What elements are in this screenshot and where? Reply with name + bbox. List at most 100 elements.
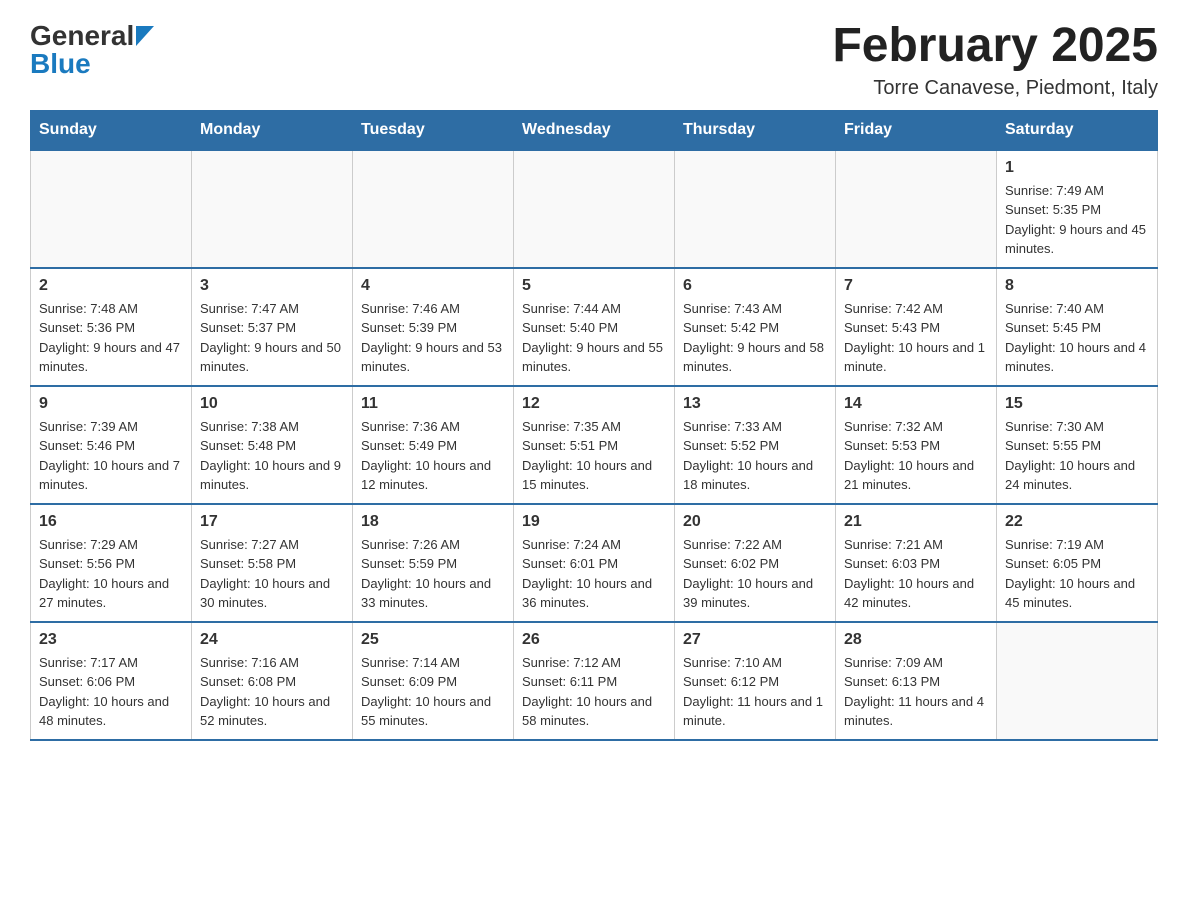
day-info: Sunrise: 7:38 AMSunset: 5:48 PMDaylight:… xyxy=(200,417,344,495)
calendar-day-cell: 2 Sunrise: 7:48 AMSunset: 5:36 PMDaylight… xyxy=(31,268,192,386)
day-number: 3 xyxy=(200,277,344,295)
calendar-day-cell: 8Sunrise: 7:40 AMSunset: 5:45 PMDaylight… xyxy=(997,268,1158,386)
logo: General Blue xyxy=(30,20,154,80)
day-info: Sunrise: 7:10 AMSunset: 6:12 PMDaylight:… xyxy=(683,653,827,731)
day-info: Sunrise: 7:16 AMSunset: 6:08 PMDaylight:… xyxy=(200,653,344,731)
calendar-day-cell: 21 Sunrise: 7:21 AMSunset: 6:03 PMDayligh… xyxy=(836,504,997,622)
day-of-week-header: Tuesday xyxy=(353,110,514,150)
calendar-day-cell xyxy=(31,150,192,268)
day-info: Sunrise: 7:48 AMSunset: 5:36 PMDaylight:… xyxy=(39,299,183,377)
day-info: Sunrise: 7:29 AMSunset: 5:56 PMDaylight:… xyxy=(39,535,183,613)
calendar-day-cell: 5Sunrise: 7:44 AMSunset: 5:40 PMDaylight… xyxy=(514,268,675,386)
day-number: 16 xyxy=(39,513,183,531)
day-info: Sunrise: 7:39 AMSunset: 5:46 PMDaylight:… xyxy=(39,417,183,495)
calendar-day-cell: 15 Sunrise: 7:30 AMSunset: 5:55 PMDayligh… xyxy=(997,386,1158,504)
day-of-week-header: Friday xyxy=(836,110,997,150)
calendar-day-cell: 6 Sunrise: 7:43 AMSunset: 5:42 PMDaylight… xyxy=(675,268,836,386)
calendar-day-cell xyxy=(353,150,514,268)
day-info: Sunrise: 7:43 AMSunset: 5:42 PMDaylight:… xyxy=(683,299,827,377)
calendar-day-cell: 9Sunrise: 7:39 AMSunset: 5:46 PMDaylight… xyxy=(31,386,192,504)
calendar-day-cell: 17 Sunrise: 7:27 AMSunset: 5:58 PMDayligh… xyxy=(192,504,353,622)
day-info: Sunrise: 7:21 AMSunset: 6:03 PMDaylight:… xyxy=(844,535,988,613)
day-info: Sunrise: 7:12 AMSunset: 6:11 PMDaylight:… xyxy=(522,653,666,731)
day-number: 6 xyxy=(683,277,827,295)
day-info: Sunrise: 7:24 AMSunset: 6:01 PMDaylight:… xyxy=(522,535,666,613)
day-number: 18 xyxy=(361,513,505,531)
day-number: 25 xyxy=(361,631,505,649)
calendar-day-cell: 1 Sunrise: 7:49 AMSunset: 5:35 PMDaylight… xyxy=(997,150,1158,268)
day-number: 12 xyxy=(522,395,666,413)
day-number: 19 xyxy=(522,513,666,531)
day-number: 27 xyxy=(683,631,827,649)
calendar-week-row: 2 Sunrise: 7:48 AMSunset: 5:36 PMDaylight… xyxy=(31,268,1158,386)
calendar-table: SundayMondayTuesdayWednesdayThursdayFrid… xyxy=(30,110,1158,741)
day-number: 8 xyxy=(1005,277,1149,295)
calendar-subtitle: Torre Canavese, Piedmont, Italy xyxy=(832,77,1158,100)
day-info: Sunrise: 7:42 AMSunset: 5:43 PMDaylight:… xyxy=(844,299,988,377)
calendar-day-cell: 3 Sunrise: 7:47 AMSunset: 5:37 PMDaylight… xyxy=(192,268,353,386)
day-number: 15 xyxy=(1005,395,1149,413)
calendar-day-cell: 12 Sunrise: 7:35 AMSunset: 5:51 PMDayligh… xyxy=(514,386,675,504)
calendar-day-cell: 19 Sunrise: 7:24 AMSunset: 6:01 PMDayligh… xyxy=(514,504,675,622)
day-number: 21 xyxy=(844,513,988,531)
day-number: 26 xyxy=(522,631,666,649)
calendar-day-cell xyxy=(675,150,836,268)
calendar-day-cell: 23 Sunrise: 7:17 AMSunset: 6:06 PMDayligh… xyxy=(31,622,192,740)
calendar-day-cell: 22 Sunrise: 7:19 AMSunset: 6:05 PMDayligh… xyxy=(997,504,1158,622)
calendar-day-cell: 4 Sunrise: 7:46 AMSunset: 5:39 PMDaylight… xyxy=(353,268,514,386)
day-info: Sunrise: 7:49 AMSunset: 5:35 PMDaylight:… xyxy=(1005,181,1149,259)
day-info: Sunrise: 7:30 AMSunset: 5:55 PMDaylight:… xyxy=(1005,417,1149,495)
day-number: 7 xyxy=(844,277,988,295)
day-number: 1 xyxy=(1005,159,1149,177)
day-info: Sunrise: 7:09 AMSunset: 6:13 PMDaylight:… xyxy=(844,653,988,731)
day-number: 5 xyxy=(522,277,666,295)
calendar-week-row: 9Sunrise: 7:39 AMSunset: 5:46 PMDaylight… xyxy=(31,386,1158,504)
calendar-day-cell: 20 Sunrise: 7:22 AMSunset: 6:02 PMDayligh… xyxy=(675,504,836,622)
calendar-week-row: 23 Sunrise: 7:17 AMSunset: 6:06 PMDayligh… xyxy=(31,622,1158,740)
day-info: Sunrise: 7:33 AMSunset: 5:52 PMDaylight:… xyxy=(683,417,827,495)
day-info: Sunrise: 7:19 AMSunset: 6:05 PMDaylight:… xyxy=(1005,535,1149,613)
day-number: 20 xyxy=(683,513,827,531)
logo-blue-text: Blue xyxy=(30,48,91,80)
day-of-week-header: Monday xyxy=(192,110,353,150)
calendar-day-cell: 18 Sunrise: 7:26 AMSunset: 5:59 PMDayligh… xyxy=(353,504,514,622)
calendar-header-row: SundayMondayTuesdayWednesdayThursdayFrid… xyxy=(31,110,1158,150)
day-info: Sunrise: 7:47 AMSunset: 5:37 PMDaylight:… xyxy=(200,299,344,377)
day-number: 10 xyxy=(200,395,344,413)
calendar-day-cell xyxy=(836,150,997,268)
calendar-day-cell: 26 Sunrise: 7:12 AMSunset: 6:11 PMDayligh… xyxy=(514,622,675,740)
calendar-day-cell xyxy=(192,150,353,268)
day-info: Sunrise: 7:26 AMSunset: 5:59 PMDaylight:… xyxy=(361,535,505,613)
calendar-day-cell xyxy=(514,150,675,268)
calendar-day-cell: 10 Sunrise: 7:38 AMSunset: 5:48 PMDayligh… xyxy=(192,386,353,504)
day-info: Sunrise: 7:22 AMSunset: 6:02 PMDaylight:… xyxy=(683,535,827,613)
day-of-week-header: Wednesday xyxy=(514,110,675,150)
day-number: 4 xyxy=(361,277,505,295)
calendar-day-cell: 24Sunrise: 7:16 AMSunset: 6:08 PMDayligh… xyxy=(192,622,353,740)
calendar-day-cell: 28 Sunrise: 7:09 AMSunset: 6:13 PMDayligh… xyxy=(836,622,997,740)
logo-triangle-icon xyxy=(136,26,154,51)
page-header: General Blue February 2025 Torre Canaves… xyxy=(30,20,1158,100)
day-number: 22 xyxy=(1005,513,1149,531)
day-info: Sunrise: 7:27 AMSunset: 5:58 PMDaylight:… xyxy=(200,535,344,613)
day-info: Sunrise: 7:35 AMSunset: 5:51 PMDaylight:… xyxy=(522,417,666,495)
day-number: 11 xyxy=(361,395,505,413)
day-info: Sunrise: 7:32 AMSunset: 5:53 PMDaylight:… xyxy=(844,417,988,495)
day-number: 17 xyxy=(200,513,344,531)
day-number: 13 xyxy=(683,395,827,413)
day-info: Sunrise: 7:17 AMSunset: 6:06 PMDaylight:… xyxy=(39,653,183,731)
day-number: 23 xyxy=(39,631,183,649)
calendar-day-cell xyxy=(997,622,1158,740)
day-number: 28 xyxy=(844,631,988,649)
calendar-day-cell: 14 Sunrise: 7:32 AMSunset: 5:53 PMDayligh… xyxy=(836,386,997,504)
day-info: Sunrise: 7:14 AMSunset: 6:09 PMDaylight:… xyxy=(361,653,505,731)
day-number: 14 xyxy=(844,395,988,413)
day-of-week-header: Sunday xyxy=(31,110,192,150)
calendar-day-cell: 11 Sunrise: 7:36 AMSunset: 5:49 PMDayligh… xyxy=(353,386,514,504)
calendar-title-block: February 2025 Torre Canavese, Piedmont, … xyxy=(832,20,1158,100)
day-number: 2 xyxy=(39,277,183,295)
day-info: Sunrise: 7:46 AMSunset: 5:39 PMDaylight:… xyxy=(361,299,505,377)
day-info: Sunrise: 7:36 AMSunset: 5:49 PMDaylight:… xyxy=(361,417,505,495)
calendar-week-row: 16 Sunrise: 7:29 AMSunset: 5:56 PMDayligh… xyxy=(31,504,1158,622)
calendar-day-cell: 25 Sunrise: 7:14 AMSunset: 6:09 PMDayligh… xyxy=(353,622,514,740)
